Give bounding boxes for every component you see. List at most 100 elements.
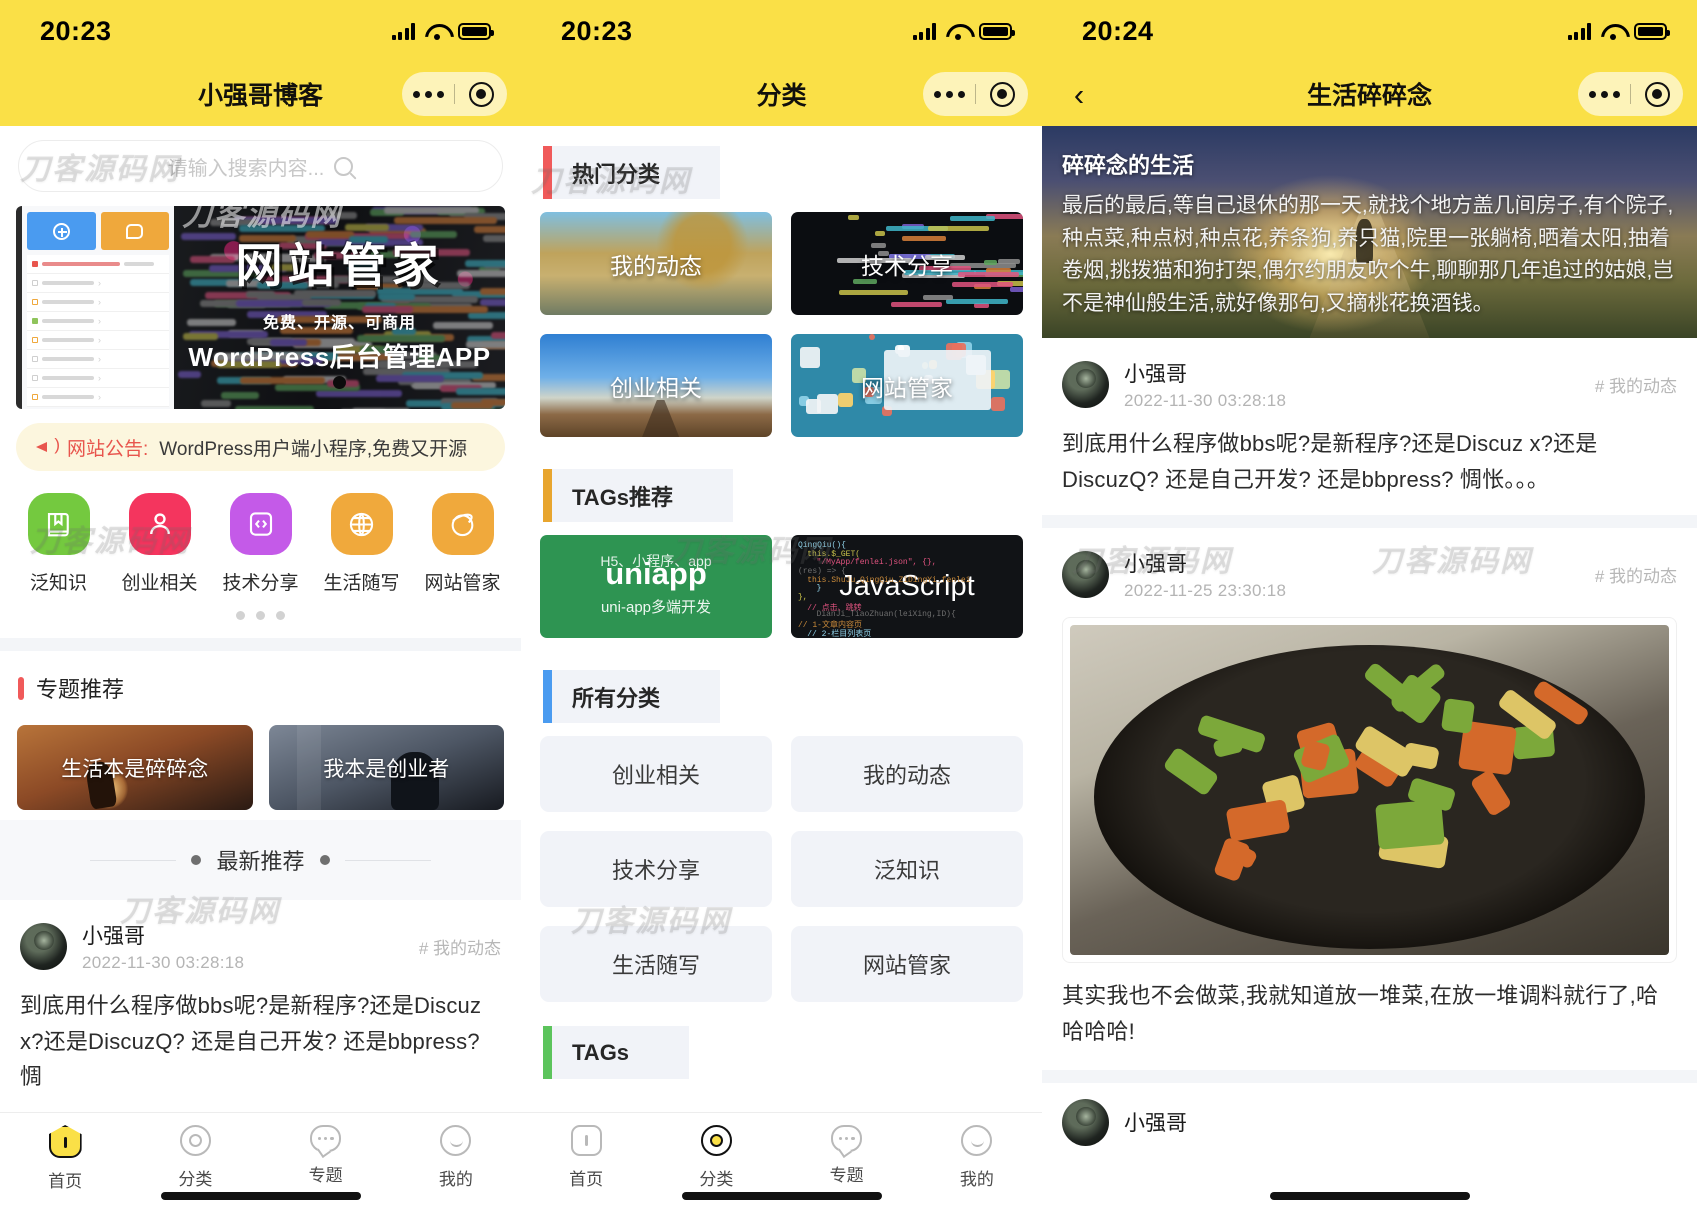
tags-footer-wrap: TAGs (521, 1002, 1042, 1084)
nav-bar: 小强哥博客 (0, 62, 521, 126)
promo-banner[interactable]: › › › › › › › 网站管家 免费、开源、可商用 WordPress后台… (16, 206, 505, 409)
post-text: 其实我也不会做菜,我就知道放一堆菜,在放一堆调料就行了,哈哈哈哈! (1062, 978, 1677, 1049)
banner-text: 网站管家 免费、开源、可商用 WordPress后台管理APP (174, 206, 505, 409)
quick-link-label: 网站管家 (424, 568, 500, 595)
topic-card-label: 生活本是碎碎念 (61, 753, 208, 783)
category-button[interactable]: 创业相关 (540, 736, 772, 812)
banner-row-item: › (27, 388, 169, 407)
all-section-wrap: 所有分类 (521, 650, 1042, 728)
post-item[interactable]: 小强哥 2022-11-30 03:28:18 # 我的动态 到底用什么程序做b… (1042, 338, 1697, 497)
post-header: 小强哥 2022-11-25 23:30:18 # 我的动态 (1062, 548, 1677, 601)
category-button[interactable]: 我的动态 (791, 736, 1023, 812)
tab-topic[interactable]: 专题 (782, 1125, 912, 1186)
screen-home: 20:23 小强哥博客 请输入搜索内容... › › › › › › › 网站管… (0, 0, 521, 1224)
tab-label: 我的 (960, 1165, 994, 1190)
post-item[interactable]: 小强哥 2022-11-30 03:28:18 # 我的动态 到底用什么程序做b… (0, 900, 521, 1095)
tag-card-grid: H5、小程序、app uniapp uni-app多端开发 QingQiu(){… (521, 527, 1042, 650)
status-indicators (913, 23, 1013, 40)
back-icon[interactable]: ‹ (1064, 79, 1094, 110)
more-menu-icon[interactable] (923, 91, 975, 98)
tab-bar: 首页 分类 专题 我的 (521, 1112, 1042, 1224)
latest-divider: 最新推荐 (0, 820, 521, 900)
tab-topic[interactable]: 专题 (261, 1125, 391, 1186)
category-button[interactable]: 泛知识 (791, 831, 1023, 907)
quick-link-label: 技术分享 (222, 568, 298, 595)
quick-link-guanjia[interactable]: 网站管家 (412, 493, 513, 595)
hero-title: 碎碎念的生活 (1062, 148, 1677, 180)
banner-dot (333, 376, 346, 389)
category-button[interactable]: 网站管家 (791, 926, 1023, 1002)
post-item[interactable]: 小强哥 2022-11-25 23:30:18 # 我的动态 其实我也不会做菜,… (1042, 528, 1697, 1049)
close-miniprogram-icon[interactable] (1631, 82, 1683, 107)
post-text: 到底用什么程序做bbs呢?是新程序?还是Discuz x?还是DiscuzQ? … (20, 988, 501, 1095)
status-time: 20:23 (561, 16, 633, 47)
post-header: 小强哥 (1062, 1099, 1677, 1146)
tab-category[interactable]: 分类 (130, 1125, 260, 1190)
latest-divider-label: 最新推荐 (216, 844, 304, 876)
nav-bar: ‹ 生活碎碎念 (1042, 62, 1697, 126)
search-input[interactable]: 请输入搜索内容... (18, 140, 503, 192)
banner-row-notice (27, 255, 169, 274)
quick-link-chuangye[interactable]: 创业相关 (109, 493, 210, 595)
category-card-label: 网站管家 (861, 369, 953, 403)
more-menu-icon[interactable] (1578, 91, 1630, 98)
category-card[interactable]: 我的动态 (540, 212, 772, 315)
announcement-label: 网站公告: (67, 434, 148, 461)
banner-app-preview: › › › › › › › (16, 206, 174, 409)
category-button[interactable]: 生活随写 (540, 926, 772, 1002)
post-tag[interactable]: # 我的动态 (419, 934, 501, 959)
site-announcement[interactable]: 网站公告: WordPress用户端小程序,免费又开源 (16, 423, 505, 471)
post-tag[interactable]: # 我的动态 (1595, 562, 1677, 587)
topic-section-header: 专题推荐 (0, 651, 521, 725)
tab-mine[interactable]: 我的 (912, 1125, 1042, 1190)
topic-card[interactable]: 生活本是碎碎念 (17, 725, 253, 810)
tab-label: 专题 (309, 1161, 343, 1186)
tag-card-uniapp[interactable]: H5、小程序、app uniapp uni-app多端开发 (540, 535, 772, 638)
tab-mine[interactable]: 我的 (391, 1125, 521, 1190)
tag-card-javascript[interactable]: QingQiu(){this.$_GET("/MyApp/fenlei.json… (791, 535, 1023, 638)
tab-label: 分类 (699, 1165, 733, 1190)
status-bar: 20:23 (0, 0, 521, 62)
topic-detail-body: 碎碎念的生活 最后的最后,等自己退休的那一天,就找个地方盖几间房子,有个院子,种… (1042, 126, 1697, 1224)
quick-links-section: 泛知识 创业相关 技术分享 生活随写 网站管家 (0, 471, 521, 638)
tab-home[interactable]: 首页 (0, 1125, 130, 1192)
quick-link-label: 创业相关 (121, 568, 197, 595)
topic-card[interactable]: 我本是创业者 (269, 725, 505, 810)
category-button[interactable]: 技术分享 (540, 831, 772, 907)
post-item[interactable]: 小强哥 (1042, 1083, 1697, 1146)
wechat-capsule[interactable] (1578, 72, 1683, 116)
search-icon[interactable] (334, 157, 353, 176)
all-section-header: 所有分类 (543, 670, 720, 723)
tab-bar: 首页 分类 专题 我的 (0, 1112, 521, 1224)
wechat-capsule[interactable] (402, 72, 507, 116)
quick-link-label: 泛知识 (30, 568, 87, 595)
status-time: 20:23 (40, 16, 112, 47)
tab-home[interactable]: 首页 (521, 1125, 651, 1190)
avatar (1062, 1099, 1109, 1146)
category-card[interactable]: 技术分享 (791, 212, 1023, 315)
section-accent-bar (543, 146, 552, 199)
tab-label: 首页 (569, 1165, 603, 1190)
wechat-capsule[interactable] (923, 72, 1028, 116)
category-card[interactable]: 创业相关 (540, 334, 772, 437)
quick-link-shenghuo[interactable]: 生活随写 (311, 493, 412, 595)
quick-link-jishu[interactable]: 技术分享 (210, 493, 311, 595)
post-image-frame[interactable] (1062, 617, 1677, 963)
tag-card-subtitle: uni-app多端开发 (601, 596, 711, 617)
section-divider (0, 638, 521, 651)
post-tag[interactable]: # 我的动态 (1595, 372, 1677, 397)
wifi-icon (425, 23, 448, 40)
quick-link-fanzhishi[interactable]: 泛知识 (8, 493, 109, 595)
category-card-label: 我的动态 (610, 247, 702, 281)
category-card[interactable]: 网站管家 (791, 334, 1023, 437)
close-miniprogram-icon[interactable] (455, 82, 507, 107)
hero-content: 碎碎念的生活 最后的最后,等自己退休的那一天,就找个地方盖几间房子,有个院子,种… (1042, 126, 1697, 338)
tab-category[interactable]: 分类 (651, 1125, 781, 1190)
section-accent-bar (543, 469, 552, 522)
more-menu-icon[interactable] (402, 91, 454, 98)
close-miniprogram-icon[interactable] (976, 82, 1028, 107)
hot-section-wrap: 热门分类 (521, 126, 1042, 204)
tag-card-top: H5、小程序、app (540, 551, 772, 571)
chat-icon (310, 1125, 341, 1152)
carousel-dots[interactable] (8, 595, 513, 630)
